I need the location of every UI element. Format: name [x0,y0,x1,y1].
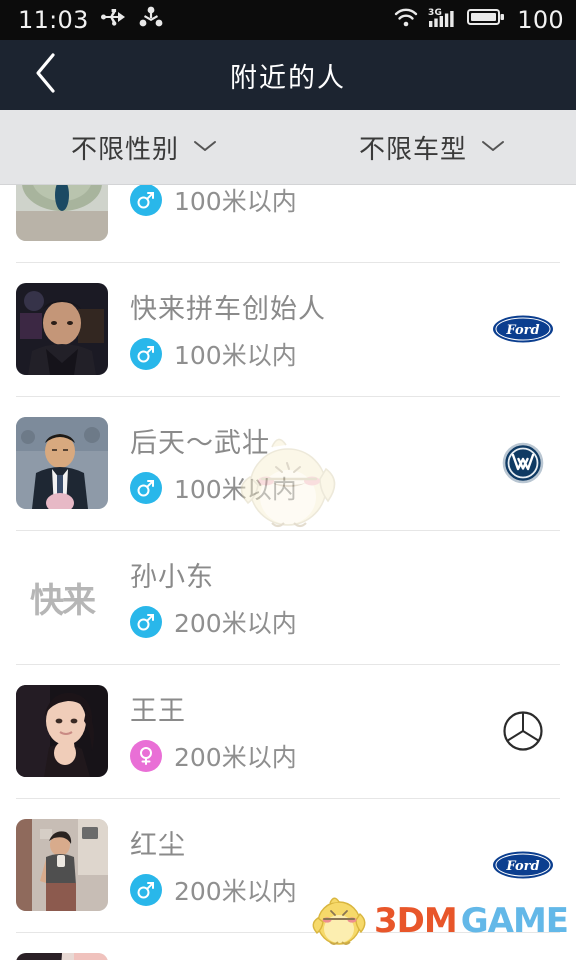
gender-female-icon [130,739,162,772]
avatar[interactable] [16,417,108,509]
avatar[interactable]: 快来 [16,551,108,643]
distance-line: 200米以内 [130,738,488,774]
chevron-down-icon [481,138,505,157]
usb-icon [100,7,127,33]
list-item[interactable]: 王王 200米以内 [0,664,576,798]
back-chevron-icon [33,51,59,99]
battery-level: 100 [517,6,564,34]
wifi-icon [393,7,419,34]
avatar[interactable] [16,953,108,960]
nearby-people-list[interactable]: 100米以内 快来拼车创始人 100米以内 Ford 后天～武壮 100米以内 … [0,185,576,960]
gender-male-icon [130,873,162,906]
network-node-icon [139,6,163,34]
avatar[interactable] [16,685,108,777]
gender-male-icon [130,337,162,370]
list-item-info: 100米以内 [108,185,488,218]
distance-label: 100米以内 [174,340,297,370]
status-bar: 11:03 3G 100 [0,0,576,40]
distance-label: 100米以内 [174,474,297,504]
battery-icon [467,7,505,33]
distance-line: 100米以内 [130,336,488,372]
list-item-info: 王王 200米以内 [108,689,488,774]
distance-line: 100米以内 [130,470,488,506]
gender-filter-label: 不限性别 [70,134,179,165]
svg-text:Ford: Ford [505,323,539,338]
user-name: 孙小东 [130,561,214,593]
avatar-placeholder-text: 快来 [30,580,96,621]
distance-label: 200米以内 [174,608,297,638]
car-brand-logo-empty [488,185,558,221]
svg-text:Ford: Ford [505,859,539,874]
list-item[interactable]: 红尘 200米以内 Ford [0,798,576,932]
list-item-info: 快来拼车创始人 100米以内 [108,287,488,372]
distance-line: 200米以内 [130,872,488,908]
car-brand-logo-empty [488,571,558,623]
distance-label: 200米以内 [174,876,297,906]
avatar[interactable] [16,819,108,911]
gender-male-icon [130,471,162,504]
list-item-info: 孙小东 200米以内 [108,555,488,640]
car-brand-logo-ford: Ford [488,839,558,891]
list-item[interactable]: 快来拼车创始人 100米以内 Ford [0,262,576,396]
list-item[interactable]: 拉拉 [0,932,576,960]
user-name: 王王 [130,695,186,727]
chevron-down-icon [193,138,217,157]
back-button[interactable] [0,40,92,110]
user-name: 红尘 [130,829,186,861]
page-title: 附近的人 [230,62,346,94]
distance-label: 200米以内 [174,742,297,772]
list-item[interactable]: 快来 孙小东 200米以内 [0,530,576,664]
filter-bar: 不限性别 不限车型 [0,110,576,185]
status-bar-left: 11:03 [18,6,163,34]
list-item[interactable]: 后天～武壮 100米以内 [0,396,576,530]
app-header: 附近的人 [0,40,576,110]
list-item-info: 红尘 200米以内 [108,823,488,908]
car-type-filter[interactable]: 不限车型 [288,110,576,184]
car-brand-logo-volkswagen [488,437,558,489]
status-time: 11:03 [18,6,89,34]
list-item-info: 后天～武壮 100米以内 [108,421,488,506]
list-item[interactable]: 100米以内 [0,185,576,262]
gender-male-icon [130,605,162,638]
signal-3g-icon: 3G [428,6,458,34]
car-brand-logo-ford: Ford [488,303,558,355]
distance-label: 100米以内 [174,187,297,216]
user-name: 快来拼车创始人 [130,293,326,325]
distance-line: 100米以内 [130,185,488,218]
car-type-filter-label: 不限车型 [358,134,467,165]
car-brand-logo-mercedes [488,705,558,757]
avatar[interactable] [16,185,108,241]
user-name: 后天～武壮 [130,427,270,459]
avatar[interactable] [16,283,108,375]
gender-male-icon [130,185,162,216]
status-bar-right: 3G 100 [393,6,564,34]
distance-line: 200米以内 [130,604,488,640]
gender-filter[interactable]: 不限性别 [0,110,288,184]
